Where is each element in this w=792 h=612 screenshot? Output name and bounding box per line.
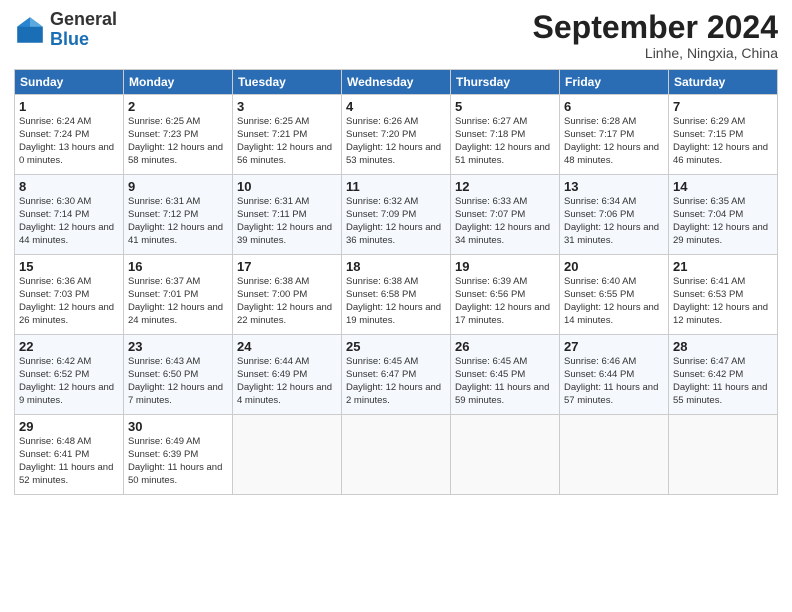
calendar-header-row: Sunday Monday Tuesday Wednesday Thursday… bbox=[15, 70, 778, 95]
table-row: 4Sunrise: 6:26 AM Sunset: 7:20 PM Daylig… bbox=[342, 95, 451, 175]
table-row: 23Sunrise: 6:43 AM Sunset: 6:50 PM Dayli… bbox=[124, 335, 233, 415]
table-row: 20Sunrise: 6:40 AM Sunset: 6:55 PM Dayli… bbox=[560, 255, 669, 335]
table-row: 3Sunrise: 6:25 AM Sunset: 7:21 PM Daylig… bbox=[233, 95, 342, 175]
table-row bbox=[669, 415, 778, 495]
col-sunday: Sunday bbox=[15, 70, 124, 95]
table-row: 21Sunrise: 6:41 AM Sunset: 6:53 PM Dayli… bbox=[669, 255, 778, 335]
col-monday: Monday bbox=[124, 70, 233, 95]
table-row: 13Sunrise: 6:34 AM Sunset: 7:06 PM Dayli… bbox=[560, 175, 669, 255]
calendar-week-2: 8Sunrise: 6:30 AM Sunset: 7:14 PM Daylig… bbox=[15, 175, 778, 255]
table-row bbox=[342, 415, 451, 495]
table-row: 30Sunrise: 6:49 AM Sunset: 6:39 PM Dayli… bbox=[124, 415, 233, 495]
calendar-week-4: 22Sunrise: 6:42 AM Sunset: 6:52 PM Dayli… bbox=[15, 335, 778, 415]
table-row: 14Sunrise: 6:35 AM Sunset: 7:04 PM Dayli… bbox=[669, 175, 778, 255]
month-title: September 2024 bbox=[533, 10, 778, 45]
col-wednesday: Wednesday bbox=[342, 70, 451, 95]
table-row: 26Sunrise: 6:45 AM Sunset: 6:45 PM Dayli… bbox=[451, 335, 560, 415]
table-row: 5Sunrise: 6:27 AM Sunset: 7:18 PM Daylig… bbox=[451, 95, 560, 175]
logo-general: General bbox=[50, 9, 117, 29]
table-row: 2Sunrise: 6:25 AM Sunset: 7:23 PM Daylig… bbox=[124, 95, 233, 175]
table-row: 12Sunrise: 6:33 AM Sunset: 7:07 PM Dayli… bbox=[451, 175, 560, 255]
table-row: 7Sunrise: 6:29 AM Sunset: 7:15 PM Daylig… bbox=[669, 95, 778, 175]
header: General Blue September 2024 Linhe, Ningx… bbox=[14, 10, 778, 61]
table-row: 24Sunrise: 6:44 AM Sunset: 6:49 PM Dayli… bbox=[233, 335, 342, 415]
title-block: September 2024 Linhe, Ningxia, China bbox=[533, 10, 778, 61]
col-thursday: Thursday bbox=[451, 70, 560, 95]
table-row bbox=[560, 415, 669, 495]
table-row: 11Sunrise: 6:32 AM Sunset: 7:09 PM Dayli… bbox=[342, 175, 451, 255]
table-row: 17Sunrise: 6:38 AM Sunset: 7:00 PM Dayli… bbox=[233, 255, 342, 335]
calendar-week-3: 15Sunrise: 6:36 AM Sunset: 7:03 PM Dayli… bbox=[15, 255, 778, 335]
table-row: 10Sunrise: 6:31 AM Sunset: 7:11 PM Dayli… bbox=[233, 175, 342, 255]
logo: General Blue bbox=[14, 10, 117, 50]
table-row: 6Sunrise: 6:28 AM Sunset: 7:17 PM Daylig… bbox=[560, 95, 669, 175]
table-row bbox=[233, 415, 342, 495]
table-row: 18Sunrise: 6:38 AM Sunset: 6:58 PM Dayli… bbox=[342, 255, 451, 335]
table-row: 1Sunrise: 6:24 AM Sunset: 7:24 PM Daylig… bbox=[15, 95, 124, 175]
calendar-table: Sunday Monday Tuesday Wednesday Thursday… bbox=[14, 69, 778, 495]
col-saturday: Saturday bbox=[669, 70, 778, 95]
table-row: 28Sunrise: 6:47 AM Sunset: 6:42 PM Dayli… bbox=[669, 335, 778, 415]
table-row: 29Sunrise: 6:48 AM Sunset: 6:41 PM Dayli… bbox=[15, 415, 124, 495]
logo-blue: Blue bbox=[50, 29, 89, 49]
table-row bbox=[451, 415, 560, 495]
table-row: 25Sunrise: 6:45 AM Sunset: 6:47 PM Dayli… bbox=[342, 335, 451, 415]
calendar-week-1: 1Sunrise: 6:24 AM Sunset: 7:24 PM Daylig… bbox=[15, 95, 778, 175]
col-friday: Friday bbox=[560, 70, 669, 95]
table-row: 27Sunrise: 6:46 AM Sunset: 6:44 PM Dayli… bbox=[560, 335, 669, 415]
logo-text: General Blue bbox=[50, 10, 117, 50]
table-row: 22Sunrise: 6:42 AM Sunset: 6:52 PM Dayli… bbox=[15, 335, 124, 415]
page-container: General Blue September 2024 Linhe, Ningx… bbox=[0, 0, 792, 505]
table-row: 16Sunrise: 6:37 AM Sunset: 7:01 PM Dayli… bbox=[124, 255, 233, 335]
table-row: 15Sunrise: 6:36 AM Sunset: 7:03 PM Dayli… bbox=[15, 255, 124, 335]
col-tuesday: Tuesday bbox=[233, 70, 342, 95]
table-row: 19Sunrise: 6:39 AM Sunset: 6:56 PM Dayli… bbox=[451, 255, 560, 335]
logo-icon bbox=[14, 14, 46, 46]
table-row: 9Sunrise: 6:31 AM Sunset: 7:12 PM Daylig… bbox=[124, 175, 233, 255]
calendar-week-5: 29Sunrise: 6:48 AM Sunset: 6:41 PM Dayli… bbox=[15, 415, 778, 495]
table-row: 8Sunrise: 6:30 AM Sunset: 7:14 PM Daylig… bbox=[15, 175, 124, 255]
location: Linhe, Ningxia, China bbox=[533, 45, 778, 61]
